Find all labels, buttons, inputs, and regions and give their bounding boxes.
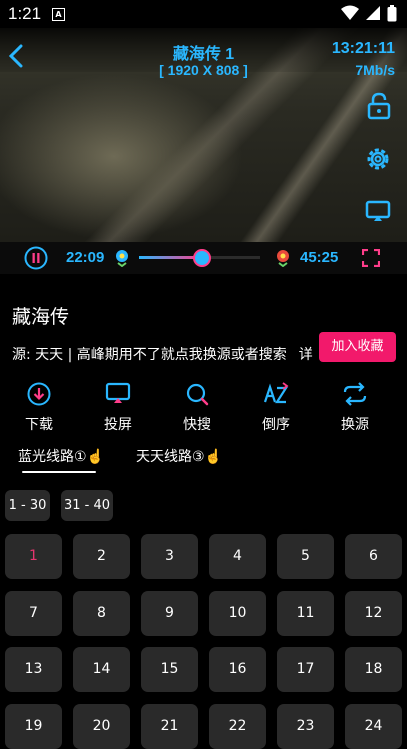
cast-button[interactable]: 投屏 (88, 382, 148, 434)
seek-handle[interactable] (192, 249, 211, 267)
episode-button[interactable]: 2 (73, 534, 130, 579)
cast-label: 投屏 (104, 417, 132, 433)
tab-route-tiantian[interactable]: 天天线路③☝️ (136, 446, 222, 466)
episode-button[interactable]: 9 (141, 591, 198, 636)
active-tab-indicator (22, 471, 96, 473)
episode-button[interactable]: 10 (209, 591, 266, 636)
signal-icon (366, 6, 380, 20)
reverse-order-button[interactable]: 倒序 (246, 382, 306, 434)
episode-button[interactable]: 8 (73, 591, 130, 636)
episode-button[interactable]: 15 (141, 647, 198, 692)
tab-route-bluray[interactable]: 蓝光线路①☝️ (18, 446, 104, 466)
status-time: 1:21 (8, 4, 42, 23)
episode-button[interactable]: 22 (209, 704, 266, 749)
quick-search-button[interactable]: 快搜 (167, 382, 227, 434)
intro-skip-icon[interactable] (114, 249, 130, 267)
episode-button[interactable]: 11 (277, 591, 334, 636)
episode-button[interactable]: 3 (141, 534, 198, 579)
show-title: 藏海传 (12, 306, 70, 328)
details-link[interactable]: 详 (299, 347, 313, 363)
episode-button[interactable]: 5 (277, 534, 334, 579)
notification-icon: A (52, 8, 65, 21)
switch-source-icon (343, 382, 367, 406)
route-tabs: 蓝光线路①☝️ 天天线路③☝️ (0, 446, 407, 474)
network-speed: 7Mb/s (355, 62, 395, 78)
cast-screen-icon[interactable] (365, 200, 391, 224)
episode-range-1-30[interactable]: 1 - 30 (5, 490, 50, 521)
outro-skip-icon[interactable] (275, 249, 291, 267)
episode-button[interactable]: 16 (209, 647, 266, 692)
download-button[interactable]: 下载 (9, 382, 69, 434)
sort-az-icon (263, 382, 289, 404)
episode-button[interactable]: 13 (5, 647, 62, 692)
episode-button[interactable]: 19 (5, 704, 62, 749)
episode-range-31-40[interactable]: 31 - 40 (61, 490, 113, 521)
fullscreen-icon[interactable] (362, 249, 380, 267)
switch-source-label: 换源 (341, 417, 369, 433)
source-text: 源: 天天 | 高峰期用不了就点我换源或者搜索 (12, 347, 287, 363)
quick-search-label: 快搜 (183, 417, 211, 433)
video-player[interactable]: 藏海传 1 [ 1920 X 808 ] 13:21:11 7Mb/s (0, 28, 407, 242)
wifi-icon (341, 5, 359, 20)
settings-gear-icon[interactable] (365, 146, 391, 172)
episode-button[interactable]: 18 (345, 647, 402, 692)
total-duration: 45:25 (300, 249, 339, 266)
download-icon (27, 382, 51, 406)
episode-button[interactable]: 1 (5, 534, 62, 579)
status-bar: 1:21 A (0, 0, 407, 28)
episode-button[interactable]: 14 (73, 647, 130, 692)
cast-icon (105, 382, 131, 403)
episode-button[interactable]: 21 (141, 704, 198, 749)
episode-button[interactable]: 17 (277, 647, 334, 692)
search-icon (186, 383, 209, 406)
pause-icon[interactable] (24, 246, 48, 270)
playback-controls: 22:09 45:25 (0, 242, 407, 274)
episode-button[interactable]: 12 (345, 591, 402, 636)
show-info-panel: 藏海传 源: 天天 | 高峰期用不了就点我换源或者搜索详 加入收藏 下载 投屏 … (0, 274, 407, 749)
lock-icon[interactable] (367, 92, 391, 120)
reverse-order-label: 倒序 (262, 417, 290, 433)
video-resolution: [ 1920 X 808 ] (159, 62, 248, 78)
episode-button[interactable]: 4 (209, 534, 266, 579)
system-icons (341, 5, 397, 22)
episode-button[interactable]: 6 (345, 534, 402, 579)
seek-bar[interactable] (139, 249, 260, 267)
battery-icon (387, 5, 397, 22)
elapsed-time: 22:09 (66, 249, 105, 266)
episode-button[interactable]: 20 (73, 704, 130, 749)
switch-source-button[interactable]: 换源 (325, 382, 385, 434)
add-favorite-button[interactable]: 加入收藏 (319, 332, 396, 362)
download-label: 下载 (25, 417, 53, 433)
episode-button[interactable]: 24 (345, 704, 402, 749)
action-row: 下载 投屏 快搜 倒序 换源 (0, 382, 407, 433)
video-clock: 13:21:11 (331, 40, 395, 57)
episode-button[interactable]: 23 (277, 704, 334, 749)
source-line[interactable]: 源: 天天 | 高峰期用不了就点我换源或者搜索详 (12, 344, 313, 364)
episode-button[interactable]: 7 (5, 591, 62, 636)
